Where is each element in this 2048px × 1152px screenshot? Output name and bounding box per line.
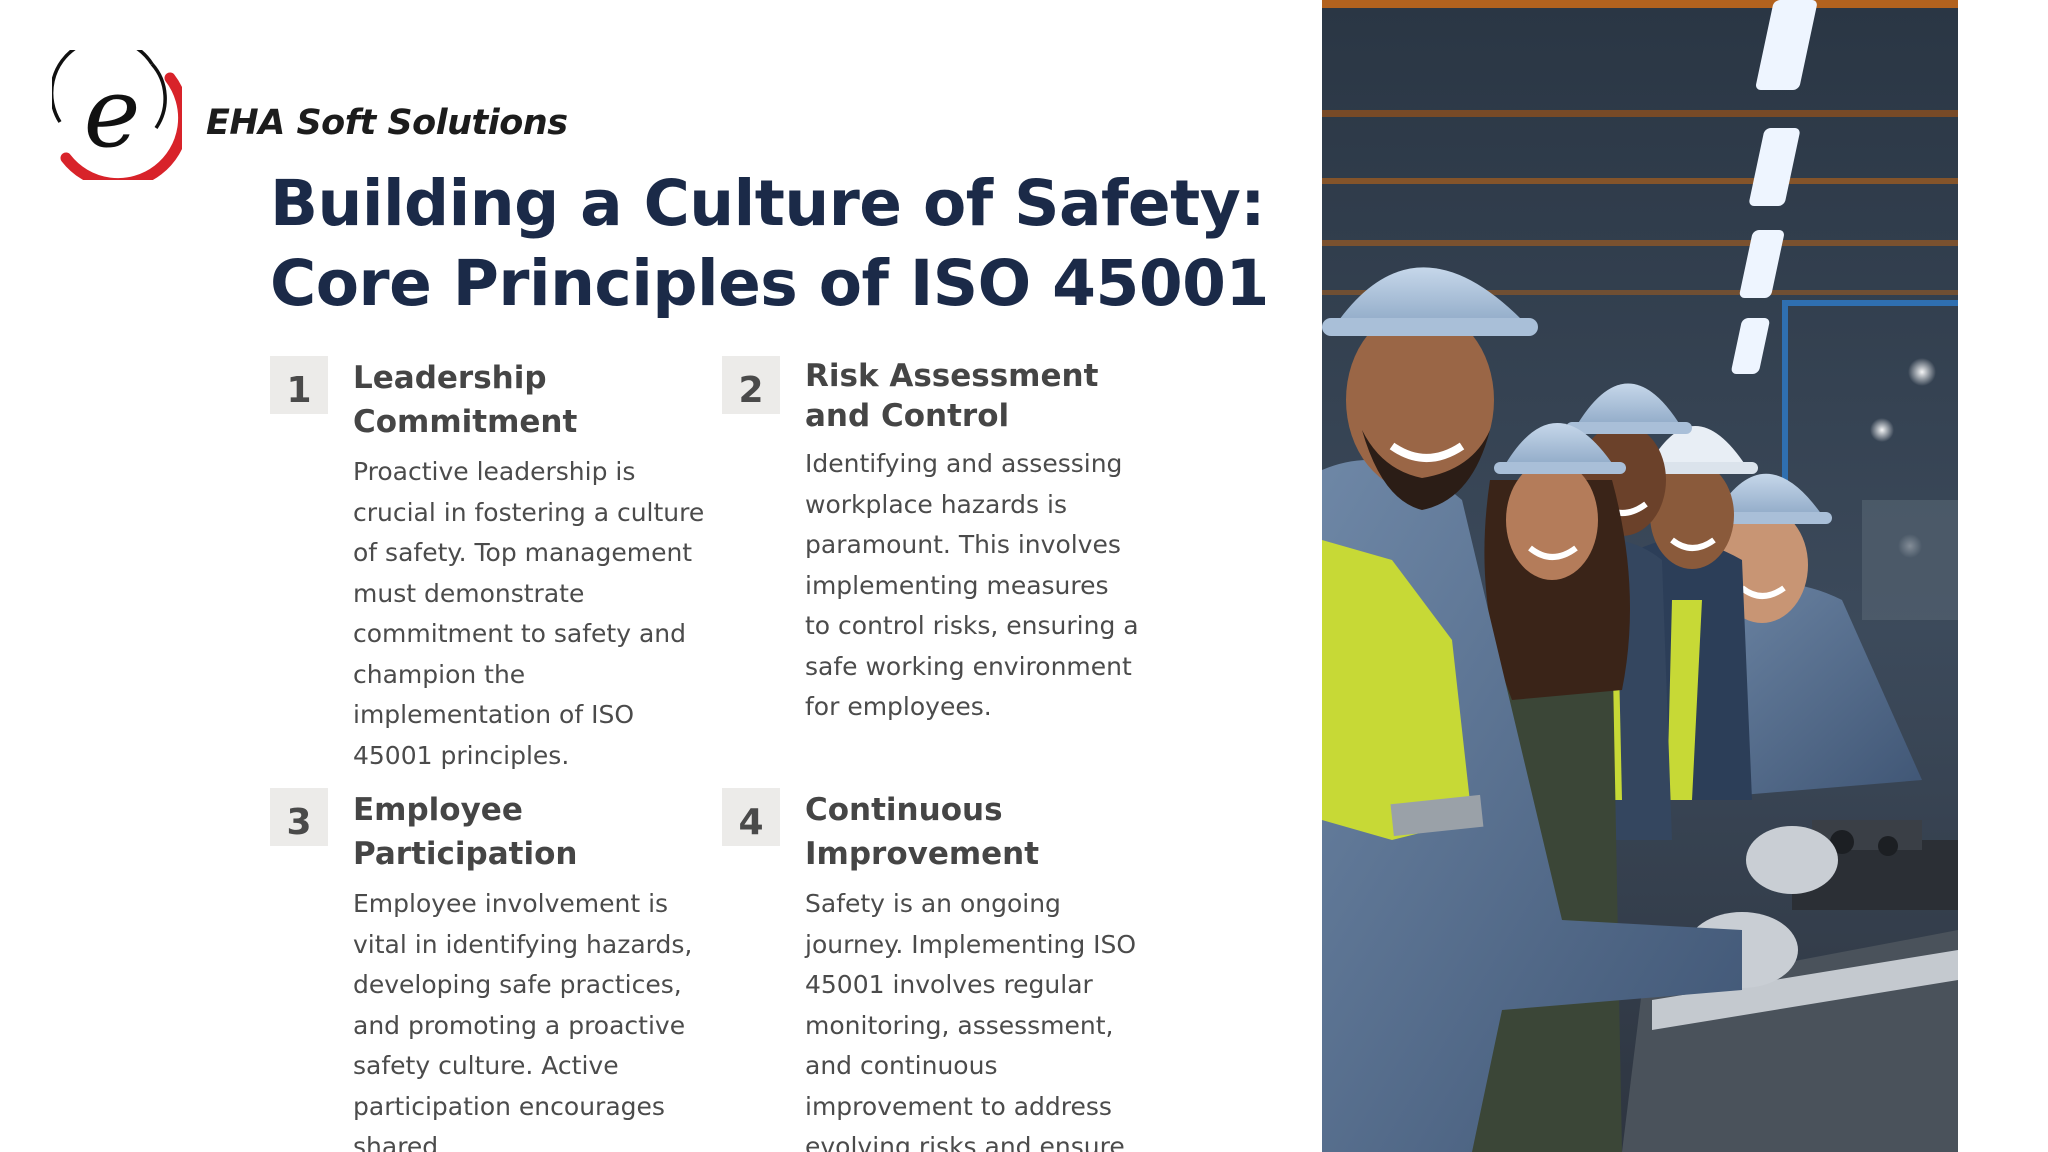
principle-heading: Leadership Commitment <box>353 360 578 440</box>
principle-card-4: 4 Continuous Improvement Safety is an on… <box>722 788 1162 1152</box>
principle-number: 3 <box>270 788 328 846</box>
principle-card-2: 2 Risk Assessment and Control Identifyin… <box>722 356 1162 776</box>
principle-card-1: 1 Leadership Commitment Proactive leader… <box>270 356 710 776</box>
principle-text: Proactive leadership is crucial in foste… <box>353 457 705 770</box>
eha-logo-icon: e <box>52 50 182 180</box>
principle-heading: Employee Participation <box>353 792 578 872</box>
principle-number: 1 <box>270 356 328 414</box>
principle-number: 2 <box>722 356 780 414</box>
principle-heading: Risk Assessment and Control <box>805 358 1099 434</box>
title-line-1: Building a Culture of Safety: <box>270 167 1265 240</box>
principle-text: Employee involvement is vital in identif… <box>353 889 693 1152</box>
logo-letter: e <box>84 57 141 169</box>
company-name: EHA Soft Solutions <box>206 103 568 143</box>
principle-card-3: 3 Employee Participation Employee involv… <box>270 788 710 1152</box>
principle-text: Identifying and assessing workplace haza… <box>805 449 1139 721</box>
workers-photo <box>1322 0 1958 1152</box>
principle-heading: Continuous Improvement <box>805 792 1040 872</box>
workers-photo-illustration <box>1322 0 1958 1152</box>
principle-number: 4 <box>722 788 780 846</box>
page-title: Building a Culture of Safety: Core Princ… <box>270 164 1270 324</box>
title-line-2: Core Principles of ISO 45001 <box>270 247 1269 320</box>
principle-text: Safety is an ongoing journey. Implementi… <box>805 889 1137 1152</box>
company-logo: e EHA Soft Solutions <box>52 50 568 180</box>
